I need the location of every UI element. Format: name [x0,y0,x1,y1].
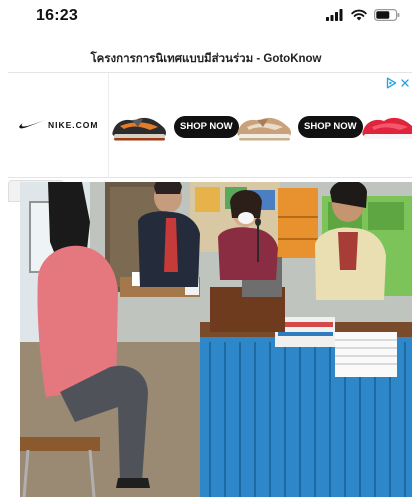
battery-icon [374,9,400,21]
shop-now-button-1[interactable]: SHOP NOW [174,116,239,138]
close-ad-icon[interactable] [401,79,409,87]
nike-brand-text: NIKE.COM [48,120,99,130]
ad-controls [386,77,409,89]
ad-banner[interactable]: NIKE.COM SHOP NOW SHOP NOW [8,72,412,178]
wifi-icon [351,9,367,21]
status-bar: 16:23 [0,0,412,34]
shoe-black-image[interactable] [110,109,168,143]
shoe-red-image[interactable] [360,109,412,143]
signal-icon [326,9,343,21]
nike-swoosh-icon [19,120,45,129]
status-icons [326,9,400,21]
shoe-tan-image[interactable] [235,109,293,143]
article-photo [20,182,412,497]
shop-now-button-2[interactable]: SHOP NOW [298,116,363,138]
adchoices-icon[interactable] [386,77,397,89]
status-time: 16:23 [36,7,78,24]
meeting-photo-illustration [20,182,412,497]
nike-brand-panel[interactable]: NIKE.COM [8,73,109,177]
page-title: โครงการการนิเทศแบบมีส่วนร่วม - GotoKnow [90,53,322,65]
